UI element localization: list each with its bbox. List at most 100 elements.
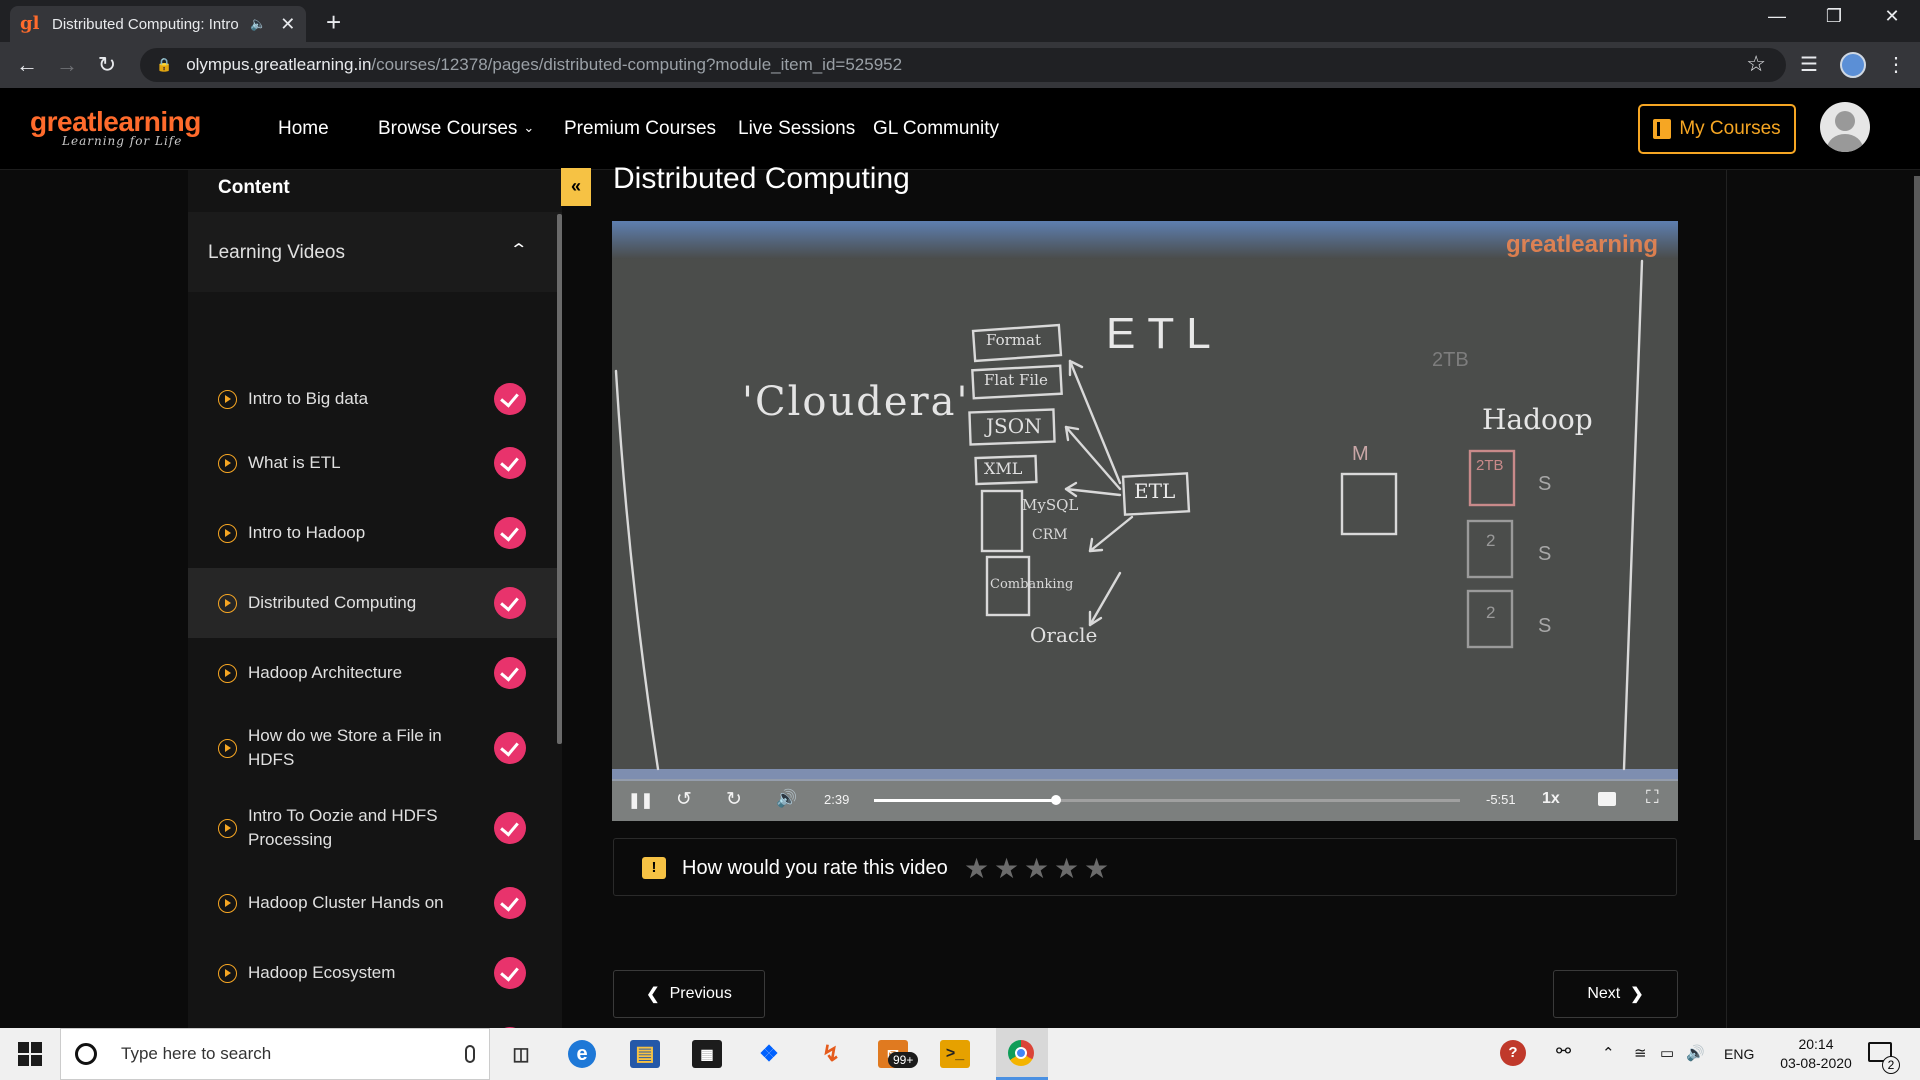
dropbox-icon[interactable]: ❖: [754, 1040, 784, 1068]
restore-icon[interactable]: ❐: [1822, 6, 1846, 27]
system-clock[interactable]: 20:14 03-08-2020: [1776, 1035, 1856, 1073]
seek-bar[interactable]: [874, 795, 1460, 805]
nav-home[interactable]: Home: [278, 118, 329, 140]
edge-icon[interactable]: e: [568, 1040, 596, 1068]
rating-star-3[interactable]: ★: [1024, 852, 1049, 885]
board-text-s1: S: [1538, 473, 1552, 495]
store-icon[interactable]: ▦: [692, 1040, 722, 1068]
board-text-json: JSON: [986, 414, 1042, 438]
pause-icon[interactable]: ❚❚: [628, 791, 653, 809]
play-circle-icon: [218, 738, 237, 758]
forward-arrow-icon[interactable]: →: [54, 52, 80, 78]
rating-star-4[interactable]: ★: [1054, 852, 1079, 885]
sidebar-video-item[interactable]: Hadoop Ecosystem: [188, 938, 558, 1008]
sidebar-item-label: Hadoop Architecture: [248, 663, 403, 682]
terminal-icon[interactable]: >_: [940, 1040, 970, 1068]
sidebar-video-item[interactable]: Hadoop Cluster Hands on: [188, 868, 558, 938]
sublime-icon[interactable]: ↯: [816, 1040, 846, 1068]
windows-start-icon[interactable]: [18, 1042, 42, 1066]
speaker-icon[interactable]: 🔈: [250, 16, 266, 32]
playback-speed-button[interactable]: 1x: [1542, 790, 1560, 808]
sidebar-video-item[interactable]: What is ETL: [188, 428, 558, 498]
sidebar-video-item[interactable]: How do we Store a File in HDFS: [188, 708, 558, 788]
chevron-up-tray-icon[interactable]: ⌃: [1602, 1044, 1615, 1062]
board-text-etl-title: ETL: [1106, 309, 1223, 358]
chrome-icon: [1008, 1040, 1034, 1066]
sidebar-video-item[interactable]: Map Reduce: [188, 1008, 558, 1028]
play-circle-icon: [218, 593, 237, 613]
completed-check-icon: [494, 957, 526, 989]
file-explorer-icon[interactable]: ▤: [630, 1040, 660, 1068]
fullscreen-icon[interactable]: ⛶: [1646, 787, 1659, 808]
board-text-oracle: Oracle: [1030, 623, 1098, 647]
close-tab-icon[interactable]: ✕: [280, 14, 295, 35]
sidebar-video-item[interactable]: Intro to Hadoop: [188, 498, 558, 568]
nav-live-sessions[interactable]: Live Sessions: [738, 118, 855, 140]
language-indicator[interactable]: ENG: [1724, 1046, 1754, 1062]
hd-icon[interactable]: [1598, 792, 1616, 806]
video-player[interactable]: 'Cloudera' ETL Format Flat File JSON XML…: [612, 221, 1678, 821]
bookmark-star-icon[interactable]: ☆: [1746, 51, 1766, 77]
url-path: /courses/12378/pages/distributed-computi…: [371, 55, 903, 74]
next-button[interactable]: Next ❯: [1553, 970, 1678, 1018]
sidebar-video-item[interactable]: Intro to Big data: [188, 370, 558, 428]
help-icon[interactable]: ?: [1500, 1040, 1526, 1066]
user-avatar[interactable]: [1820, 102, 1870, 152]
taskbar-search-box[interactable]: Type here to search: [60, 1028, 490, 1080]
greatlearning-logo[interactable]: greatlearning Learning for Life: [30, 106, 201, 148]
sidebar-video-item[interactable]: Distributed Computing: [188, 568, 558, 638]
lock-icon: 🔒: [156, 57, 173, 72]
board-text-m: M: [1352, 443, 1369, 465]
board-text-xml: XML: [984, 459, 1023, 478]
chrome-taskbar-button[interactable]: [996, 1028, 1048, 1080]
menu-kebab-icon[interactable]: ⋮: [1886, 52, 1906, 77]
elapsed-time: 2:39: [824, 792, 850, 807]
task-view-icon[interactable]: ◫: [506, 1040, 536, 1068]
previous-button[interactable]: ❮ Previous: [613, 970, 765, 1018]
my-courses-button[interactable]: My Courses: [1638, 104, 1796, 154]
board-text-etl-box: ETL: [1134, 479, 1176, 503]
address-bar[interactable]: 🔒 olympus.greatlearning.in/courses/12378…: [140, 48, 1786, 82]
sidebar-video-item[interactable]: Hadoop Architecture: [188, 638, 558, 708]
board-text-format: Format: [986, 331, 1041, 349]
media-queue-icon[interactable]: ☰: [1800, 52, 1818, 77]
rating-star-5[interactable]: ★: [1084, 852, 1109, 885]
sidebar-video-item[interactable]: Intro To Oozie and HDFS Processing: [188, 788, 558, 868]
browser-tab[interactable]: gl Distributed Computing: Intro 🔈 ✕: [10, 6, 306, 42]
rating-star-2[interactable]: ★: [994, 852, 1019, 885]
volume-tray-icon[interactable]: 🔊: [1686, 1044, 1705, 1062]
seek-handle[interactable]: [1050, 795, 1061, 805]
play-circle-icon: [218, 963, 237, 983]
people-icon[interactable]: ⚯: [1556, 1041, 1571, 1062]
page-title: Distributed Computing: [613, 162, 910, 195]
back-arrow-icon[interactable]: ←: [14, 52, 40, 78]
board-text-mysql: MySQL: [1022, 496, 1079, 514]
profile-avatar-icon[interactable]: [1840, 52, 1866, 78]
volume-icon[interactable]: 🔊: [776, 789, 797, 809]
play-circle-icon: [218, 453, 237, 473]
close-window-icon[interactable]: ✕: [1880, 6, 1904, 27]
completed-check-icon: [494, 732, 526, 764]
learning-videos-section-header[interactable]: Learning Videos ⌃: [188, 212, 562, 292]
nav-gl-community[interactable]: GL Community: [873, 118, 999, 140]
collapse-sidebar-button[interactable]: «: [561, 168, 591, 206]
nav-premium-courses[interactable]: Premium Courses: [564, 118, 716, 140]
sidebar-scrollbar[interactable]: [557, 214, 562, 744]
board-text-crm: CRM: [1032, 527, 1068, 543]
course-sidebar: Content Learning Videos ⌃ Intro to Big d…: [188, 170, 562, 1028]
microphone-icon[interactable]: [465, 1045, 475, 1063]
minimize-icon[interactable]: —: [1765, 6, 1789, 27]
content-divider: [1726, 170, 1727, 1030]
new-tab-icon[interactable]: +: [326, 7, 341, 38]
rewind-icon[interactable]: ↺: [676, 788, 692, 811]
wifi-icon[interactable]: ≅: [1634, 1044, 1647, 1062]
reload-icon[interactable]: ↻: [94, 52, 120, 78]
completed-check-icon: [494, 517, 526, 549]
nav-browse-courses[interactable]: Browse Courses ⌄: [378, 118, 534, 140]
rating-star-1[interactable]: ★: [964, 852, 989, 885]
board-text-s2: S: [1538, 543, 1552, 565]
forward-icon[interactable]: ↻: [726, 788, 742, 811]
page-scrollbar[interactable]: [1914, 176, 1920, 840]
greatlearning-favicon-icon: gl: [20, 13, 40, 34]
battery-icon[interactable]: ▭: [1660, 1044, 1674, 1062]
